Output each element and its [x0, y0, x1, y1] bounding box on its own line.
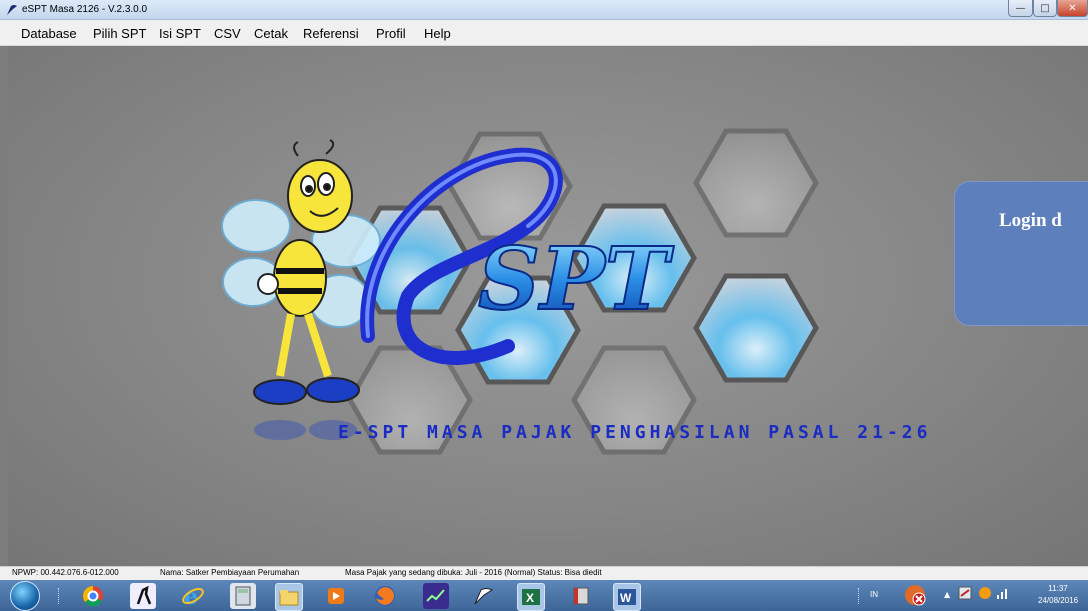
- status-bar: NPWP: 00.442.076.6-012.000 Nama: Satker …: [0, 566, 1088, 580]
- status-masa-pajak: Masa Pajak yang sedang dibuka: Juli - 20…: [345, 568, 602, 577]
- media-player-icon[interactable]: [323, 583, 349, 609]
- splash-tagline: E-SPT MASA PAJAK PENGHASILAN PASAL 21-26: [338, 422, 932, 443]
- main-workspace: SPT E-SPT MASA PAJAK PENGHASILAN PASAL 2…: [8, 46, 1088, 566]
- menu-csv[interactable]: CSV: [214, 26, 241, 41]
- explorer-icon[interactable]: [275, 583, 303, 611]
- counter-strike-icon[interactable]: [130, 583, 156, 609]
- excel-icon[interactable]: X: [517, 583, 545, 611]
- clock-time: 11:37: [1048, 584, 1068, 593]
- menu-isi-spt[interactable]: Isi SPT: [159, 26, 201, 41]
- tray-expand-icon[interactable]: ▲: [944, 590, 950, 599]
- tray-app-icon[interactable]: [958, 586, 972, 600]
- language-indicator[interactable]: IN: [870, 590, 878, 599]
- stock-chart-icon[interactable]: [423, 583, 449, 609]
- ie-icon[interactable]: e: [180, 583, 206, 609]
- menu-help[interactable]: Help: [424, 26, 451, 41]
- espt-splash-logo: SPT: [221, 128, 819, 455]
- menu-database[interactable]: Database: [21, 26, 77, 41]
- taskbar-separator: [58, 588, 62, 604]
- window-title: eSPT Masa 2126 - V.2.3.0.0: [22, 4, 148, 15]
- svg-text:W: W: [620, 591, 632, 605]
- menu-bar: Database Pilih SPT Isi SPT CSV Cetak Ref…: [0, 20, 1088, 46]
- clock-date: 24/08/2016: [1038, 596, 1079, 605]
- taskbar: e X W IN ▲ 11:37 24/08/2016: [0, 580, 1088, 611]
- minimize-button[interactable]: —: [1008, 0, 1033, 17]
- menu-profil[interactable]: Profil: [376, 26, 406, 41]
- espt-logo-text: SPT: [478, 229, 675, 330]
- menu-cetak[interactable]: Cetak: [254, 26, 288, 41]
- tray-orange-icon[interactable]: [978, 586, 992, 600]
- calculator-icon[interactable]: [230, 583, 256, 609]
- menu-pilih-spt[interactable]: Pilih SPT: [93, 26, 146, 41]
- app-icon[interactable]: [470, 583, 496, 609]
- signal-icon[interactable]: [996, 586, 1010, 600]
- maximize-button[interactable]: □: [1033, 0, 1057, 17]
- word-icon[interactable]: W: [613, 583, 641, 611]
- svg-text:X: X: [526, 591, 534, 605]
- status-nama: Nama: Satker Pembiayaan Perumahan: [160, 568, 300, 577]
- app-icon: [7, 5, 17, 15]
- status-npwp: NPWP: 00.442.076.6-012.000: [12, 568, 119, 577]
- menu-referensi[interactable]: Referensi: [303, 26, 359, 41]
- firefox-icon[interactable]: [372, 583, 398, 609]
- network-alert-icon[interactable]: [902, 582, 928, 608]
- chrome-icon[interactable]: [80, 583, 106, 609]
- book-icon[interactable]: [568, 583, 594, 609]
- title-bar: eSPT Masa 2126 - V.2.3.0.0 — □ ✕: [0, 0, 1088, 20]
- taskbar-separator: [858, 588, 862, 604]
- login-panel[interactable]: Login d: [954, 181, 1088, 326]
- start-button[interactable]: [10, 581, 40, 611]
- close-button[interactable]: ✕: [1057, 0, 1088, 17]
- login-label: Login d: [999, 210, 1062, 231]
- tray-clock[interactable]: 11:37 24/08/2016: [1038, 583, 1078, 607]
